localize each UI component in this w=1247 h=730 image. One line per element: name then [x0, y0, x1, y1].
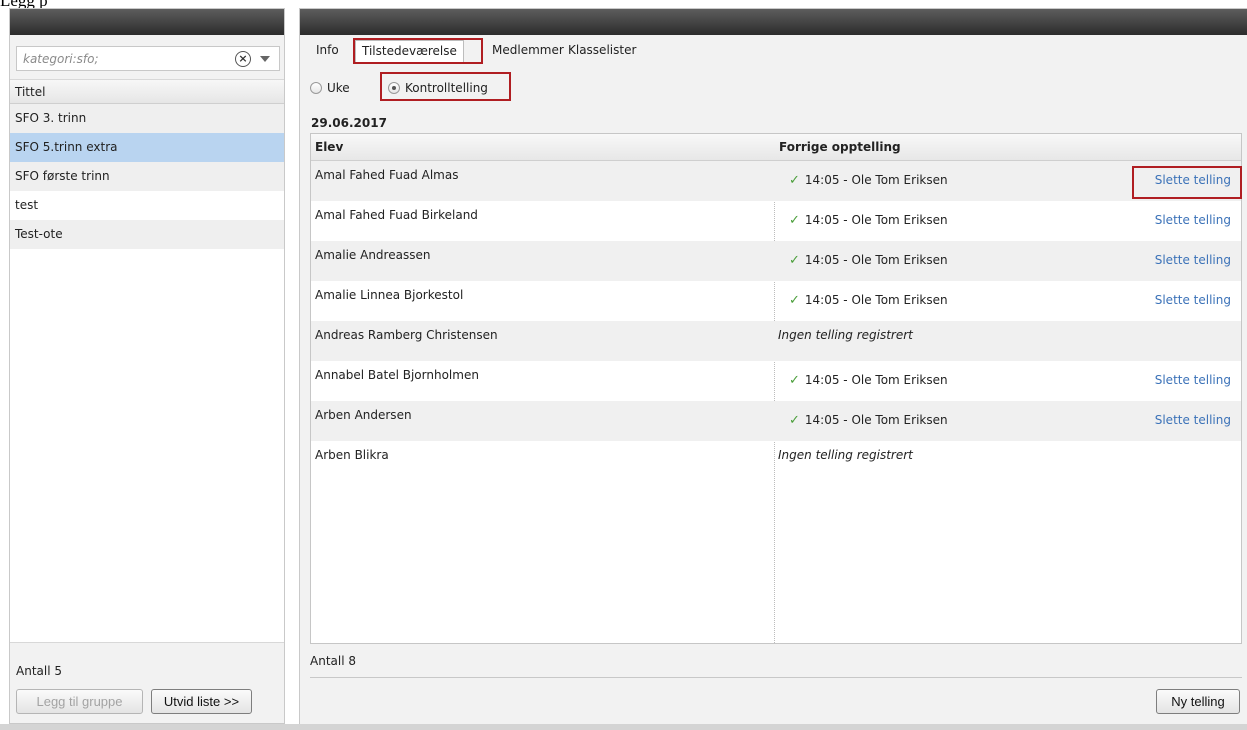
student-name: Arben Blikra [315, 448, 389, 462]
radio-label: Kontrolltelling [405, 81, 488, 95]
table-row[interactable]: Annabel Batel Bjornholmen ✓ 14:05 - Ole T… [311, 361, 1241, 401]
delete-count-link[interactable]: Slette telling [1155, 253, 1231, 267]
filter-input[interactable] [17, 47, 227, 70]
tab-info[interactable]: Info [310, 40, 345, 62]
no-count-text: Ingen telling registrert [778, 328, 913, 342]
radio-button-checked[interactable] [388, 82, 400, 94]
table-row[interactable]: Arben Andersen ✓ 14:05 - Ole Tom Eriksen … [311, 401, 1241, 441]
delete-count-link[interactable]: Slette telling [1155, 213, 1231, 227]
list-item[interactable]: SFO første trinn [10, 162, 284, 191]
attendance-grid: Elev Forrige opptelling Amal Fahed Fuad … [310, 133, 1242, 644]
radio-uke[interactable]: Uke [310, 78, 350, 98]
delete-count-link[interactable]: Slette telling [1155, 173, 1231, 187]
group-list-panel: × Tittel SFO 3. trinn SFO 5.trinn extra … [9, 8, 285, 724]
column-header-elev[interactable]: Elev [315, 140, 343, 154]
student-name: Amalie Linnea Bjorkestol [315, 288, 464, 302]
grid-header: Elev Forrige opptelling [311, 134, 1241, 161]
count-cell: ✓ 14:05 - Ole Tom Eriksen [789, 173, 948, 188]
clear-icon[interactable]: × [235, 51, 251, 67]
count-text: 14:05 - Ole Tom Eriksen [804, 413, 948, 427]
left-panel-header-bar [10, 9, 284, 35]
radio-label: Uke [327, 81, 350, 95]
check-icon: ✓ [789, 173, 800, 188]
count-text: 14:05 - Ole Tom Eriksen [804, 253, 948, 267]
add-group-button[interactable]: Legg til gruppe [16, 689, 143, 714]
group-count: Antall 5 [16, 664, 62, 678]
radio-kontrolltelling[interactable]: Kontrolltelling [388, 78, 488, 98]
tab-medlemmer[interactable]: Medlemmer [486, 40, 570, 62]
table-row[interactable]: Amal Fahed Fuad Birkeland ✓ 14:05 - Ole T… [311, 201, 1241, 241]
count-cell: ✓ 14:05 - Ole Tom Eriksen [789, 213, 948, 228]
student-count: Antall 8 [310, 654, 356, 668]
student-name: Amalie Andreassen [315, 248, 431, 262]
check-icon: ✓ [789, 293, 800, 308]
tab-tilstedevaerelse[interactable]: Tilstedeværelse [355, 40, 464, 62]
count-text: 14:05 - Ole Tom Eriksen [804, 173, 948, 187]
table-row[interactable]: Amalie Andreassen ✓ 14:05 - Ole Tom Eriks… [311, 241, 1241, 281]
no-count-text: Ingen telling registrert [778, 448, 913, 462]
count-cell: ✓ 14:05 - Ole Tom Eriksen [789, 293, 948, 308]
table-row[interactable]: Andreas Ramberg Christensen Ingen tellin… [311, 321, 1241, 361]
divider [310, 677, 1242, 678]
student-name: Arben Andersen [315, 408, 412, 422]
list-item[interactable]: test [10, 191, 284, 220]
count-cell: ✓ 14:05 - Ole Tom Eriksen [789, 373, 948, 388]
student-name: Amal Fahed Fuad Almas [315, 168, 459, 182]
check-icon: ✓ [789, 373, 800, 388]
delete-count-link[interactable]: Slette telling [1155, 293, 1231, 307]
radio-button[interactable] [310, 82, 322, 94]
count-text: 14:05 - Ole Tom Eriksen [804, 213, 948, 227]
right-panel-header-bar [300, 9, 1247, 35]
list-item[interactable]: Test-ote [10, 220, 284, 249]
table-row[interactable]: Amal Fahed Fuad Almas ✓ 14:05 - Ole Tom E… [311, 161, 1241, 201]
count-cell: ✓ 14:05 - Ole Tom Eriksen [789, 253, 948, 268]
student-name: Amal Fahed Fuad Birkeland [315, 208, 478, 222]
filter-box: × [16, 46, 280, 71]
tab-klasselister[interactable]: Klasselister [562, 40, 642, 62]
delete-count-link[interactable]: Slette telling [1155, 413, 1231, 427]
student-name: Andreas Ramberg Christensen [315, 328, 498, 342]
check-icon: ✓ [789, 253, 800, 268]
group-list: Tittel SFO 3. trinn SFO 5.trinn extra SF… [10, 79, 284, 643]
bottom-strip [0, 724, 1247, 730]
list-item-selected[interactable]: SFO 5.trinn extra [10, 133, 284, 162]
list-item[interactable]: SFO 3. trinn [10, 104, 284, 133]
date-heading: 29.06.2017 [311, 116, 387, 130]
student-name: Annabel Batel Bjornholmen [315, 368, 479, 382]
attendance-panel: Info Tilstedeværelse Medlemmer Klasselis… [299, 8, 1247, 724]
check-icon: ✓ [789, 213, 800, 228]
count-text: 14:05 - Ole Tom Eriksen [804, 293, 948, 307]
count-cell: ✓ 14:05 - Ole Tom Eriksen [789, 413, 948, 428]
column-header-forrige-opptelling[interactable]: Forrige opptelling [779, 140, 901, 154]
expand-list-button[interactable]: Utvid liste >> [151, 689, 252, 714]
table-row[interactable]: Amalie Linnea Bjorkestol ✓ 14:05 - Ole To… [311, 281, 1241, 321]
chevron-down-icon[interactable] [260, 56, 270, 62]
new-count-button[interactable]: Ny telling [1156, 689, 1240, 714]
table-row[interactable]: Arben Blikra Ingen telling registrert [311, 441, 1241, 481]
delete-count-link[interactable]: Slette telling [1155, 373, 1231, 387]
check-icon: ✓ [789, 413, 800, 428]
count-text: 14:05 - Ole Tom Eriksen [804, 373, 948, 387]
list-header-tittel[interactable]: Tittel [10, 80, 284, 104]
